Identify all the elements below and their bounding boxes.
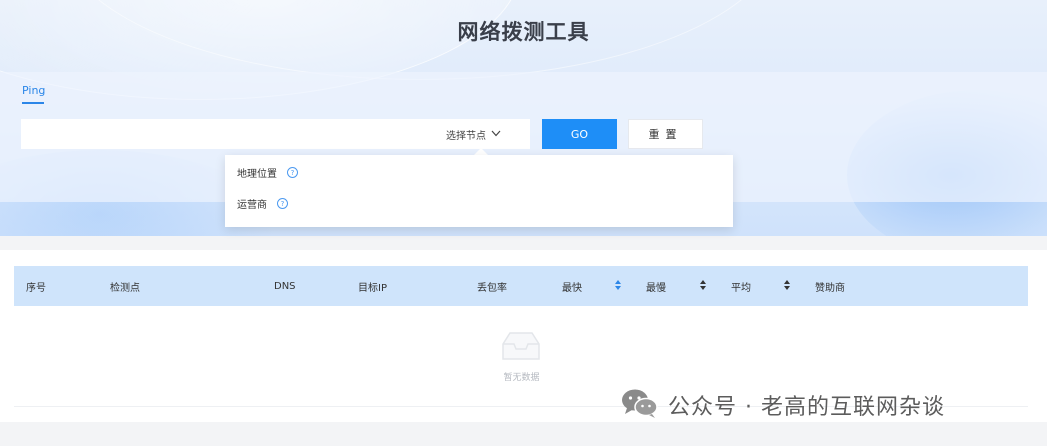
empty-inbox-icon: [500, 330, 542, 366]
dropdown-item-label: 地理位置: [237, 169, 277, 180]
help-circle-icon[interactable]: ?: [277, 198, 288, 209]
node-select-label: 选择节点: [446, 130, 486, 142]
tab-ping[interactable]: Ping: [22, 84, 45, 97]
node-select[interactable]: 选择节点: [446, 119, 501, 149]
column-header-slowest[interactable]: 最慢: [646, 266, 666, 306]
column-header-average[interactable]: 平均: [731, 266, 751, 306]
tab-active-indicator: [22, 102, 44, 104]
dropdown-item-label: 运营商: [237, 200, 267, 211]
go-button[interactable]: GO: [542, 119, 617, 149]
empty-state-text: 暂无数据: [503, 373, 540, 383]
dropdown-item-location[interactable]: 地理位置 ?: [237, 165, 298, 180]
sort-icon[interactable]: [700, 279, 708, 293]
chevron-down-icon: [491, 129, 501, 140]
wechat-icon: [620, 387, 660, 423]
column-header-loss: 丢包率: [477, 282, 507, 294]
reset-button[interactable]: 重置: [628, 119, 703, 149]
dropdown-item-isp[interactable]: 运营商 ?: [237, 196, 288, 211]
column-header-probe: 检测点: [110, 282, 140, 294]
watermark-text: 公众号 · 老高的互联网杂谈: [668, 395, 945, 420]
sort-icon[interactable]: [615, 279, 623, 293]
page-title: 网络拨测工具: [457, 20, 590, 44]
column-header-index: 序号: [26, 282, 46, 294]
column-header-dns: DNS: [274, 280, 296, 292]
column-header-fastest[interactable]: 最快: [562, 266, 582, 306]
watermark: 公众号 · 老高的互联网杂谈: [620, 387, 945, 423]
dropdown-caret: [474, 148, 488, 155]
column-header-sponsor: 赞助商: [815, 282, 845, 294]
table-header: 序号 检测点 DNS 目标IP 丢包率 最快 最慢 平均 赞助商: [14, 266, 1028, 306]
column-header-target-ip: 目标IP: [358, 282, 387, 294]
help-circle-icon[interactable]: ?: [287, 167, 298, 178]
node-dropdown: 地理位置 ? 运营商 ?: [225, 155, 733, 227]
sort-icon[interactable]: [784, 279, 792, 293]
